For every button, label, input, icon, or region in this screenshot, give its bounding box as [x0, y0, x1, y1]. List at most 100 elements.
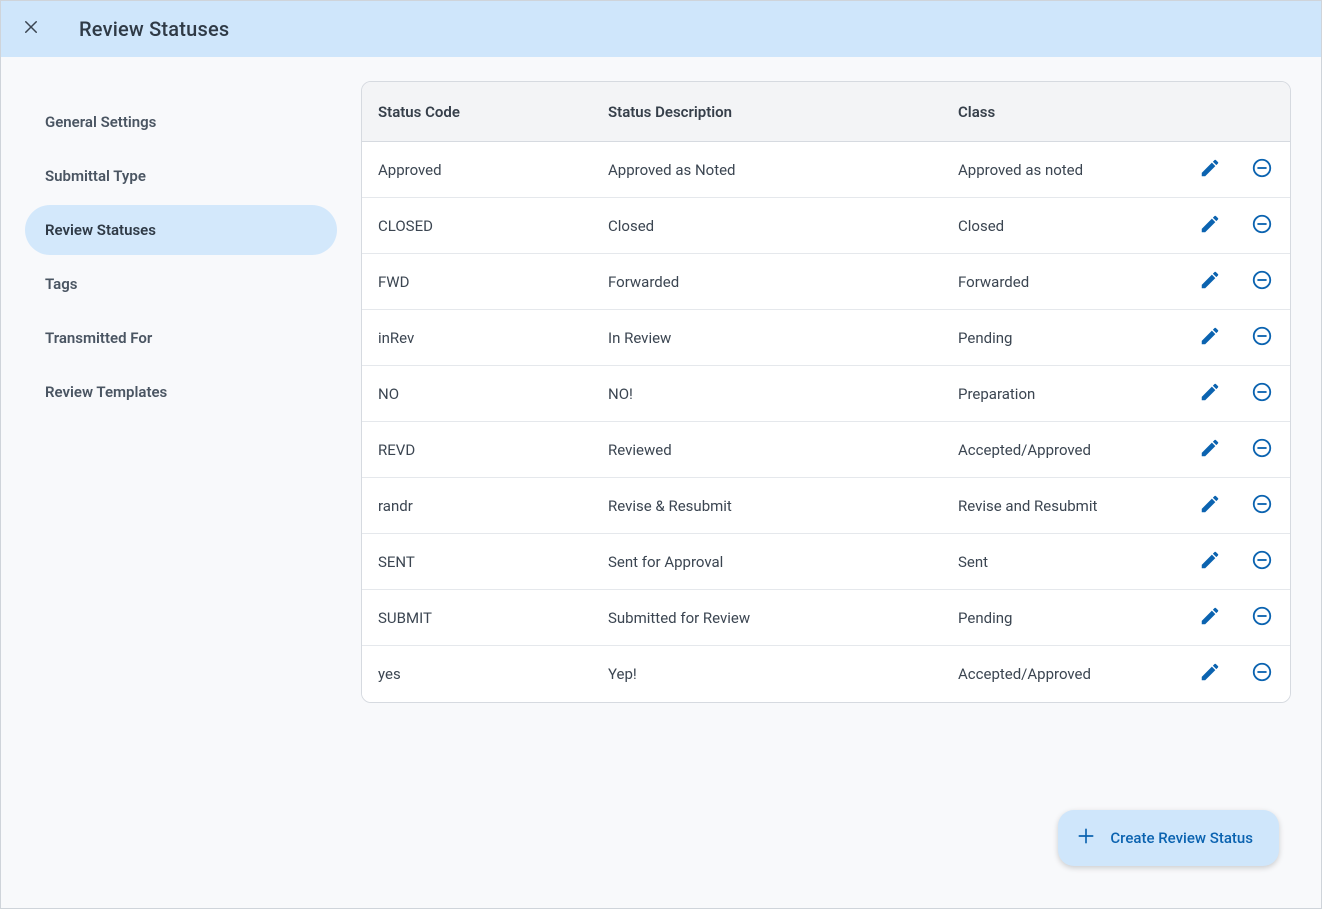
- cell-status-description: Closed: [608, 217, 958, 235]
- cell-class: Revise and Resubmit: [958, 497, 1174, 515]
- pencil-icon: [1199, 493, 1221, 519]
- cell-actions: [1174, 270, 1274, 294]
- cell-actions: [1174, 662, 1274, 686]
- pencil-icon: [1199, 325, 1221, 351]
- table-row: SUBMITSubmitted for ReviewPending: [362, 590, 1290, 646]
- remove-button[interactable]: [1250, 214, 1274, 238]
- cell-class: Accepted/Approved: [958, 441, 1174, 459]
- pencil-icon: [1199, 437, 1221, 463]
- edit-button[interactable]: [1198, 550, 1222, 574]
- cell-class: Preparation: [958, 385, 1174, 403]
- edit-button[interactable]: [1198, 326, 1222, 350]
- table-row: ApprovedApproved as NotedApproved as not…: [362, 142, 1290, 198]
- cell-actions: [1174, 494, 1274, 518]
- close-icon: [22, 18, 40, 40]
- pencil-icon: [1199, 661, 1221, 687]
- dialog-titlebar: Review Statuses: [1, 1, 1321, 57]
- table-row: inRevIn ReviewPending: [362, 310, 1290, 366]
- column-header-status-code: Status Code: [378, 103, 608, 121]
- remove-circle-icon: [1251, 213, 1273, 239]
- table-row: REVDReviewedAccepted/Approved: [362, 422, 1290, 478]
- edit-button[interactable]: [1198, 158, 1222, 182]
- remove-button[interactable]: [1250, 550, 1274, 574]
- sidebar-item-label: Transmitted For: [45, 329, 152, 347]
- table-row: FWDForwardedForwarded: [362, 254, 1290, 310]
- remove-circle-icon: [1251, 325, 1273, 351]
- remove-button[interactable]: [1250, 270, 1274, 294]
- remove-circle-icon: [1251, 605, 1273, 631]
- cell-status-code: inRev: [378, 329, 608, 347]
- sidebar-item-label: General Settings: [45, 113, 156, 131]
- cell-class: Accepted/Approved: [958, 665, 1174, 683]
- cell-actions: [1174, 158, 1274, 182]
- edit-button[interactable]: [1198, 606, 1222, 630]
- review-status-table: Status Code Status Description Class App…: [361, 81, 1291, 703]
- create-review-status-label: Create Review Status: [1110, 829, 1253, 847]
- edit-button[interactable]: [1198, 494, 1222, 518]
- sidebar-item-general-settings[interactable]: General Settings: [25, 97, 337, 147]
- cell-class: Forwarded: [958, 273, 1174, 291]
- table-row: CLOSEDClosedClosed: [362, 198, 1290, 254]
- remove-button[interactable]: [1250, 662, 1274, 686]
- edit-button[interactable]: [1198, 270, 1222, 294]
- settings-sidebar: General Settings Submittal Type Review S…: [1, 81, 361, 908]
- dialog-title: Review Statuses: [79, 17, 229, 41]
- cell-status-code: CLOSED: [378, 217, 608, 235]
- cell-status-code: REVD: [378, 441, 608, 459]
- pencil-icon: [1199, 549, 1221, 575]
- cell-status-code: Approved: [378, 161, 608, 179]
- remove-button[interactable]: [1250, 606, 1274, 630]
- cell-class: Approved as noted: [958, 161, 1174, 179]
- sidebar-item-tags[interactable]: Tags: [25, 259, 337, 309]
- sidebar-item-submittal-type[interactable]: Submittal Type: [25, 151, 337, 201]
- edit-button[interactable]: [1198, 662, 1222, 686]
- cell-actions: [1174, 326, 1274, 350]
- table-body: ApprovedApproved as NotedApproved as not…: [362, 142, 1290, 702]
- remove-circle-icon: [1251, 269, 1273, 295]
- remove-circle-icon: [1251, 661, 1273, 687]
- create-review-status-button[interactable]: Create Review Status: [1058, 810, 1279, 866]
- remove-button[interactable]: [1250, 382, 1274, 406]
- cell-status-code: SENT: [378, 553, 608, 571]
- close-button[interactable]: [17, 15, 45, 43]
- settings-dialog: Review Statuses General Settings Submitt…: [0, 0, 1322, 909]
- cell-status-description: NO!: [608, 385, 958, 403]
- cell-status-code: FWD: [378, 273, 608, 291]
- remove-button[interactable]: [1250, 438, 1274, 462]
- remove-button[interactable]: [1250, 158, 1274, 182]
- remove-circle-icon: [1251, 157, 1273, 183]
- remove-circle-icon: [1251, 549, 1273, 575]
- cell-class: Sent: [958, 553, 1174, 571]
- cell-status-code: yes: [378, 665, 608, 683]
- sidebar-item-review-templates[interactable]: Review Templates: [25, 367, 337, 417]
- cell-actions: [1174, 438, 1274, 462]
- table-header: Status Code Status Description Class: [362, 82, 1290, 142]
- column-header-class: Class: [958, 103, 1174, 121]
- table-row: randrRevise & ResubmitRevise and Resubmi…: [362, 478, 1290, 534]
- sidebar-item-label: Review Statuses: [45, 221, 156, 239]
- cell-status-description: Submitted for Review: [608, 609, 958, 627]
- remove-button[interactable]: [1250, 494, 1274, 518]
- remove-circle-icon: [1251, 381, 1273, 407]
- sidebar-item-review-statuses[interactable]: Review Statuses: [25, 205, 337, 255]
- sidebar-item-label: Tags: [45, 275, 78, 293]
- edit-button[interactable]: [1198, 382, 1222, 406]
- cell-status-description: Yep!: [608, 665, 958, 683]
- pencil-icon: [1199, 213, 1221, 239]
- column-header-status-description: Status Description: [608, 103, 958, 121]
- sidebar-item-transmitted-for[interactable]: Transmitted For: [25, 313, 337, 363]
- edit-button[interactable]: [1198, 438, 1222, 462]
- sidebar-item-label: Submittal Type: [45, 167, 146, 185]
- cell-actions: [1174, 606, 1274, 630]
- cell-status-description: Approved as Noted: [608, 161, 958, 179]
- remove-button[interactable]: [1250, 326, 1274, 350]
- cell-status-description: Reviewed: [608, 441, 958, 459]
- cell-status-description: In Review: [608, 329, 958, 347]
- content-area: Status Code Status Description Class App…: [361, 81, 1321, 908]
- pencil-icon: [1199, 157, 1221, 183]
- sidebar-item-label: Review Templates: [45, 383, 167, 401]
- remove-circle-icon: [1251, 493, 1273, 519]
- edit-button[interactable]: [1198, 214, 1222, 238]
- cell-actions: [1174, 214, 1274, 238]
- cell-status-code: SUBMIT: [378, 609, 608, 627]
